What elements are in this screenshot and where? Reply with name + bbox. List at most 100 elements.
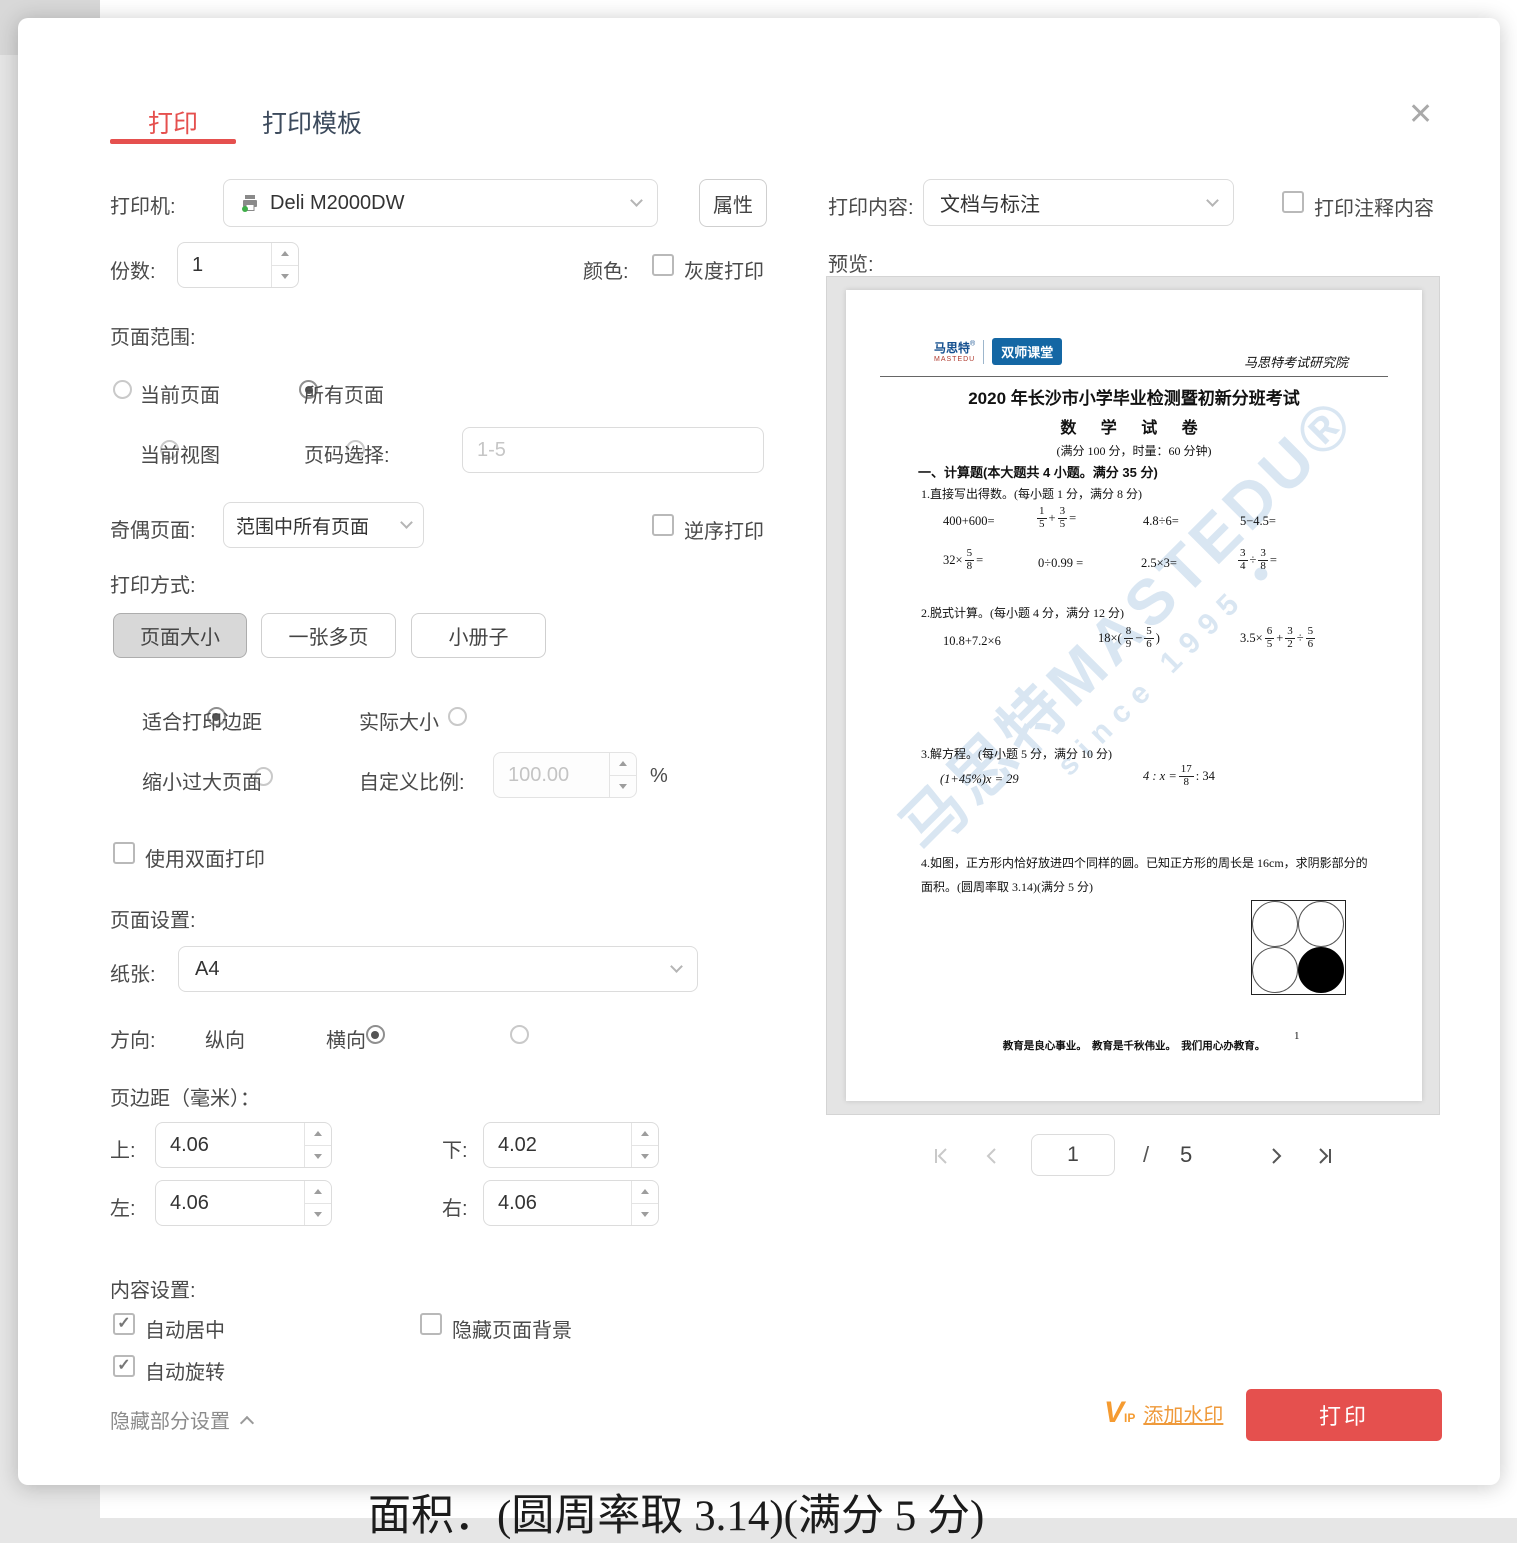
hide-background-checkbox[interactable]: [420, 1313, 442, 1335]
reverse-print-label[interactable]: 逆序打印: [684, 515, 764, 544]
auto-center-checkbox[interactable]: [113, 1313, 135, 1335]
radio-landscape-label[interactable]: 横向: [326, 1024, 366, 1053]
printer-select[interactable]: Deli M2000DW: [223, 179, 658, 227]
tab-print-template[interactable]: 打印模板: [262, 104, 362, 140]
radio-fit-margins-label[interactable]: 适合打印边距: [142, 706, 262, 735]
tab-print[interactable]: 打印: [110, 104, 236, 140]
close-icon[interactable]: ✕: [1408, 100, 1433, 130]
doc-institute: 马思特考试研究院: [1244, 352, 1348, 371]
math-expression: (1+45%)x = 29: [940, 772, 1019, 787]
printer-properties-button[interactable]: 属性: [699, 179, 767, 227]
copies-stepper[interactable]: [271, 243, 298, 287]
pagination-separator: /: [1143, 1142, 1149, 1168]
odd-even-label: 奇偶页面:: [110, 514, 196, 543]
radio-current-page[interactable]: [113, 380, 132, 399]
add-watermark-link[interactable]: VIP 添加水印: [1104, 1398, 1223, 1428]
method-page-size-button[interactable]: 页面大小: [113, 613, 247, 658]
radio-all-pages-label[interactable]: 所有页面: [304, 379, 384, 408]
print-annotations-checkbox[interactable]: [1282, 191, 1304, 213]
copies-input-group: [177, 242, 299, 288]
radio-actual-size-label[interactable]: 实际大小: [359, 706, 439, 735]
custom-scale-input[interactable]: [494, 753, 609, 797]
margin-right-stepper[interactable]: [631, 1181, 658, 1225]
doc-figure-circle-shaded: [1298, 947, 1344, 993]
hide-settings-label: 隐藏部分设置: [110, 1405, 230, 1434]
content-setup-heading: 内容设置:: [110, 1274, 196, 1303]
reverse-print-checkbox[interactable]: [652, 514, 674, 536]
margin-bottom-input[interactable]: [484, 1123, 631, 1167]
paper-select[interactable]: A4: [178, 946, 698, 992]
math-expression: 2.5×3=: [1141, 556, 1177, 571]
method-booklet-button[interactable]: 小册子: [411, 613, 546, 658]
doc-meta: (满分 100 分，时量：60 分钟): [846, 442, 1422, 459]
print-annotations-label[interactable]: 打印注释内容: [1314, 192, 1434, 221]
math-expression: 3.5× 65 + 32 ÷ 56: [1240, 626, 1317, 650]
first-page-button[interactable]: [930, 1144, 954, 1168]
margins-heading: 页边距（毫米）：: [110, 1082, 260, 1111]
print-button[interactable]: 打印: [1246, 1389, 1442, 1441]
margin-left-stepper[interactable]: [304, 1181, 331, 1225]
hide-settings-toggle[interactable]: 隐藏部分设置: [110, 1405, 252, 1434]
doc-footer: 教育是良心事业。 教育是千秋伟业。 我们用心办教育。: [846, 1038, 1422, 1053]
paper-label: 纸张:: [110, 958, 156, 987]
custom-scale-stepper[interactable]: [609, 753, 636, 797]
math-expression: 400+600=: [943, 514, 995, 529]
margin-top-stepper[interactable]: [304, 1123, 331, 1167]
color-label: 颜色:: [583, 255, 629, 284]
auto-rotate-checkbox[interactable]: [113, 1355, 135, 1377]
margin-bottom-stepper[interactable]: [631, 1123, 658, 1167]
duplex-checkbox[interactable]: [113, 842, 135, 864]
radio-current-view-label[interactable]: 当前视图: [140, 439, 220, 468]
copies-label: 份数:: [110, 255, 156, 284]
chevron-down-icon: [670, 960, 683, 973]
radio-actual-size[interactable]: [448, 707, 467, 726]
doc-subtitle: 数 学 试 卷: [846, 414, 1422, 438]
doc-q1: 1.直接写出得数。(每小题 1 分，满分 8 分): [921, 485, 1142, 502]
margin-bottom-label: 下:: [442, 1134, 468, 1163]
doc-q4-line2: 面积。(圆周率取 3.14)(满分 5 分): [921, 878, 1093, 895]
hide-background-label[interactable]: 隐藏页面背景: [452, 1314, 572, 1343]
math-expression: 34 ÷ 38 =: [1236, 548, 1277, 572]
auto-center-label[interactable]: 自动居中: [145, 1314, 225, 1343]
chevron-down-icon: [400, 516, 413, 529]
margin-left-input[interactable]: [156, 1181, 304, 1225]
radio-portrait-label[interactable]: 纵向: [205, 1024, 245, 1053]
radio-portrait[interactable]: [366, 1025, 385, 1044]
margin-right-input[interactable]: [484, 1181, 631, 1225]
radio-shrink-oversized-label[interactable]: 缩小过大页面: [142, 766, 262, 795]
previous-page-button[interactable]: [980, 1144, 1004, 1168]
margin-top-label: 上:: [110, 1134, 136, 1163]
doc-q4-line1: 4.如图，正方形内恰好放进四个同样的圆。已知正方形的周长是 16cm，求阴影部分…: [921, 854, 1368, 871]
doc-header-rule: [880, 376, 1388, 377]
radio-landscape[interactable]: [510, 1025, 529, 1044]
tab-active-underline: [110, 139, 236, 144]
page-number-input[interactable]: [1031, 1134, 1115, 1176]
grayscale-label[interactable]: 灰度打印: [684, 255, 764, 284]
math-expression: 10.8+7.2×6: [943, 634, 1001, 649]
page-range-input[interactable]: [462, 427, 764, 473]
paper-select-value: A4: [195, 958, 219, 981]
vip-icon: VIP: [1104, 1398, 1135, 1428]
print-content-select[interactable]: 文档与标注: [923, 179, 1234, 226]
math-expression: 4 : x = 178 : 34: [1143, 764, 1215, 788]
add-watermark-label[interactable]: 添加水印: [1143, 1399, 1223, 1428]
custom-scale-input-group: [493, 752, 637, 798]
odd-even-select-value: 范围中所有页面: [236, 512, 369, 539]
grayscale-checkbox[interactable]: [652, 254, 674, 276]
page-range-heading: 页面范围:: [110, 321, 196, 350]
duplex-label[interactable]: 使用双面打印: [145, 843, 265, 872]
auto-rotate-label[interactable]: 自动旋转: [145, 1356, 225, 1385]
radio-current-page-label[interactable]: 当前页面: [140, 379, 220, 408]
copies-input[interactable]: [178, 243, 271, 287]
background-document-text: 面积．(圆周率取 3.14)(满分 5 分): [368, 1481, 984, 1543]
math-expression: 5−4.5=: [1240, 514, 1276, 529]
math-expression: 15 + 35 =: [1035, 506, 1076, 530]
radio-page-select-label[interactable]: 页码选择:: [304, 439, 390, 468]
method-multi-per-sheet-button[interactable]: 一张多页: [261, 613, 396, 658]
margin-top-input[interactable]: [156, 1123, 304, 1167]
doc-section1: 一、计算题(本大题共 4 小题。满分 35 分): [918, 462, 1158, 481]
next-page-button[interactable]: [1264, 1144, 1288, 1168]
odd-even-select[interactable]: 范围中所有页面: [223, 502, 424, 548]
radio-custom-scale-label[interactable]: 自定义比例:: [359, 766, 465, 795]
last-page-button[interactable]: [1312, 1144, 1336, 1168]
